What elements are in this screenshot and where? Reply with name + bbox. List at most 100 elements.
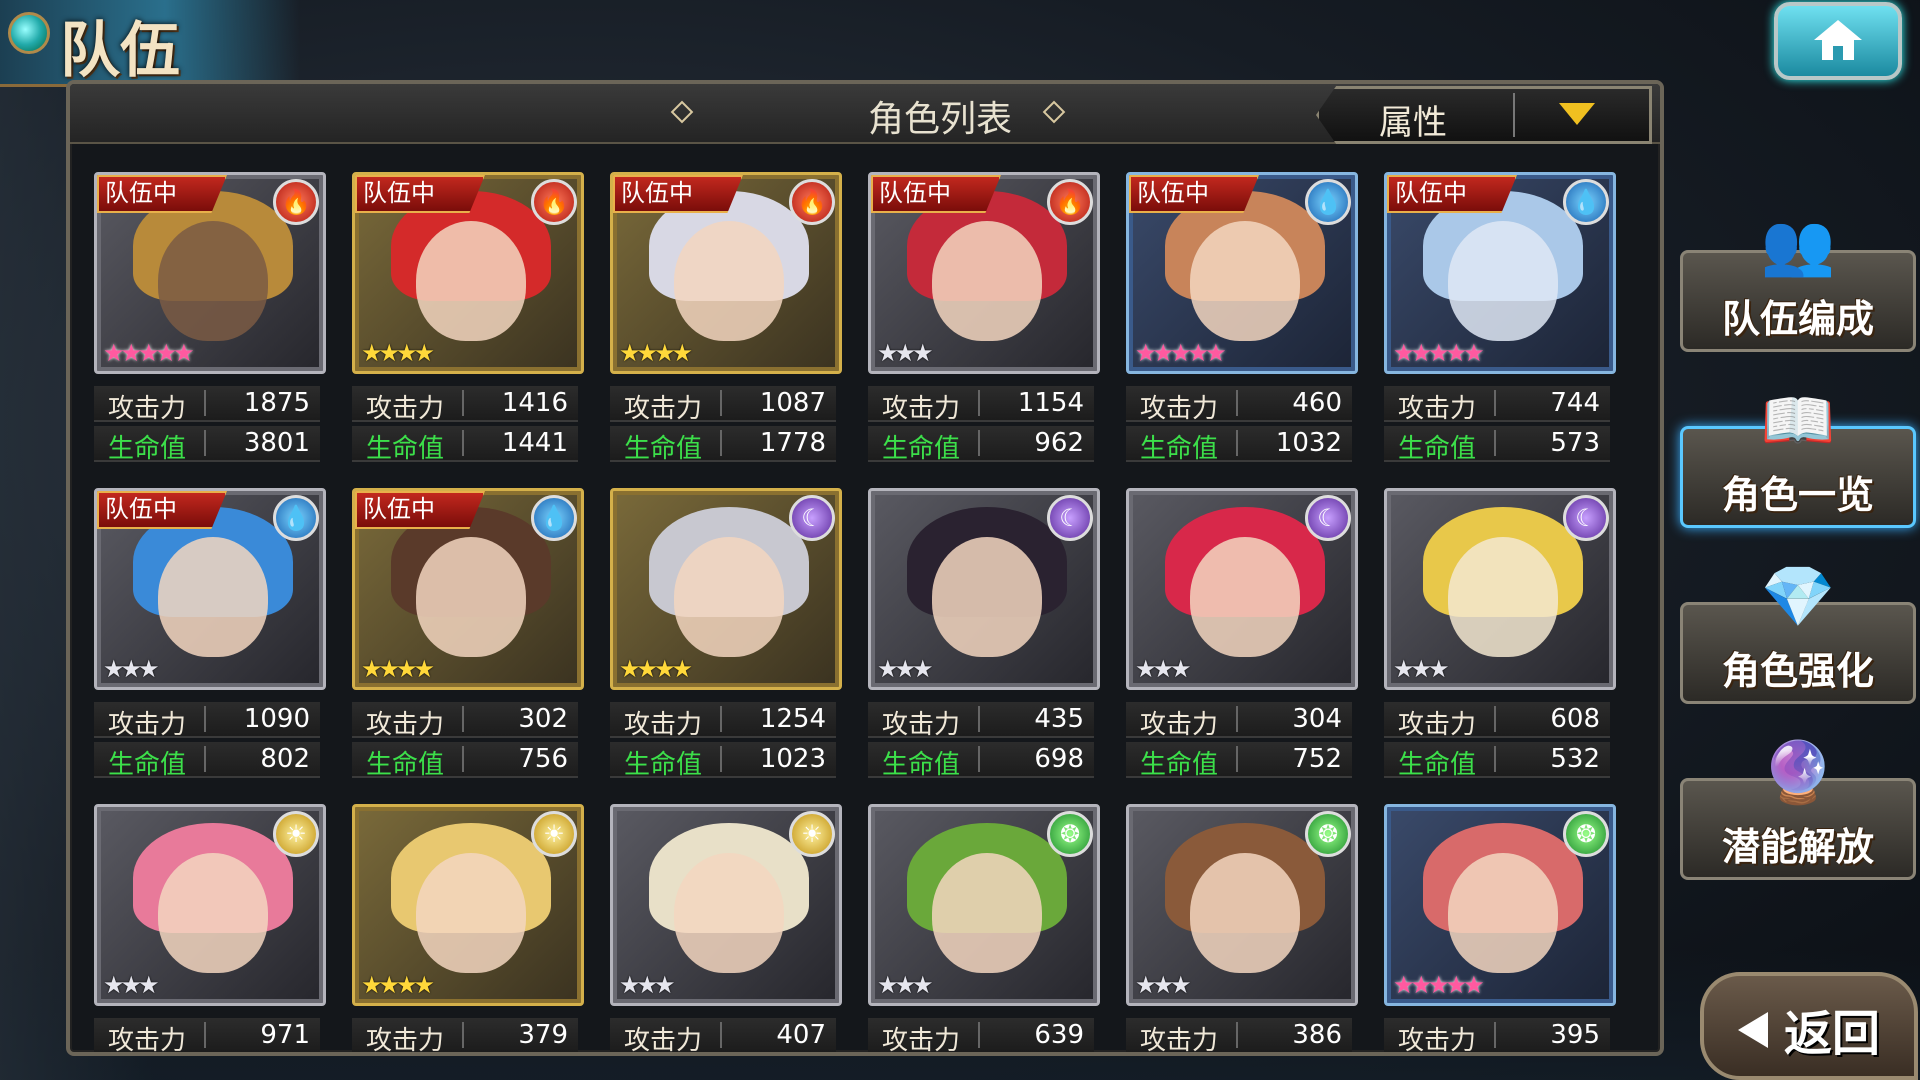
- side-menu-button[interactable]: 👥 队伍编成: [1680, 210, 1916, 352]
- hp-value: 532: [1550, 744, 1600, 774]
- character-portrait[interactable]: ❂ ★★★: [868, 804, 1100, 1006]
- dropdown-arrow-icon[interactable]: [1559, 103, 1595, 125]
- back-arrow-icon: [1738, 1012, 1768, 1048]
- character-card[interactable]: 队伍中 🔥 ★★★★★ 攻击力 1875 生命值 3801: [94, 172, 326, 464]
- attack-value: 460: [1292, 388, 1342, 418]
- character-portrait[interactable]: 队伍中 🔥 ★★★★★: [94, 172, 326, 374]
- character-card[interactable]: 队伍中 💧 ★★★★ 攻击力 302 生命值 756: [352, 488, 584, 780]
- character-card[interactable]: 队伍中 🔥 ★★★ 攻击力 1154 生命值 962: [868, 172, 1100, 464]
- attack-value: 1087: [759, 388, 826, 418]
- character-portrait[interactable]: ❂ ★★★★★: [1384, 804, 1616, 1006]
- side-menu-button[interactable]: 💎 角色强化: [1680, 562, 1916, 704]
- attack-label: 攻击力: [108, 394, 187, 424]
- hp-stat: 生命值 532: [1384, 742, 1610, 780]
- sort-dropdown[interactable]: 属性: [1316, 86, 1652, 144]
- character-face: [158, 853, 268, 973]
- character-card[interactable]: 队伍中 🔥 ★★★★ 攻击力 1087 生命值 1778: [610, 172, 842, 464]
- character-portrait[interactable]: 队伍中 🔥 ★★★: [868, 172, 1100, 374]
- attack-value: 386: [1292, 1020, 1342, 1050]
- character-card[interactable]: 队伍中 💧 ★★★ 攻击力 1090 生命值 802: [94, 488, 326, 780]
- character-portrait[interactable]: ☾ ★★★: [1126, 488, 1358, 690]
- rarity-stars: ★★★★: [619, 339, 693, 367]
- fire-element-icon: 🔥: [531, 179, 577, 225]
- character-portrait[interactable]: ☀ ★★★★: [352, 804, 584, 1006]
- stat-divider: [1494, 390, 1496, 416]
- attack-stat: 攻击力 1087: [610, 386, 836, 424]
- attack-stat: 攻击力 744: [1384, 386, 1610, 424]
- attack-value: 1090: [243, 704, 310, 734]
- stat-divider: [720, 430, 722, 456]
- side-menu-button[interactable]: 🔮 潜能解放: [1680, 738, 1916, 880]
- character-portrait[interactable]: 队伍中 🔥 ★★★★: [610, 172, 842, 374]
- character-card[interactable]: ☾ ★★★ 攻击力 608 生命值 532: [1384, 488, 1616, 780]
- hp-value: 756: [518, 744, 568, 774]
- character-card[interactable]: ☾ ★★★ 攻击力 435 生命值 698: [868, 488, 1100, 780]
- dark-element-icon: ☾: [1047, 495, 1093, 541]
- character-portrait[interactable]: ❂ ★★★: [1126, 804, 1358, 1006]
- hp-value: 573: [1550, 428, 1600, 458]
- attack-stat: 攻击力 407: [610, 1018, 836, 1052]
- side-menu-label: 队伍编成: [1721, 297, 1874, 341]
- side-menu-button[interactable]: 📖 角色一览: [1680, 386, 1916, 528]
- character-portrait[interactable]: 队伍中 💧 ★★★★: [352, 488, 584, 690]
- character-card[interactable]: ❂ ★★★ 攻击力 639: [868, 804, 1100, 1056]
- character-portrait[interactable]: 队伍中 💧 ★★★★★: [1384, 172, 1616, 374]
- stat-divider: [978, 1022, 980, 1048]
- character-card[interactable]: ☀ ★★★ 攻击力 407: [610, 804, 842, 1052]
- in-team-badge: 队伍中: [613, 175, 743, 213]
- hp-stat: 生命值 752: [1126, 742, 1352, 780]
- fire-element-icon: 🔥: [273, 179, 319, 225]
- rarity-stars: ★★★: [1135, 655, 1192, 683]
- character-portrait[interactable]: 队伍中 💧 ★★★: [94, 488, 326, 690]
- character-card[interactable]: 队伍中 💧 ★★★★★ 攻击力 744 生命值 573: [1384, 172, 1616, 464]
- attack-value: 407: [776, 1020, 826, 1050]
- attack-label: 攻击力: [882, 1026, 961, 1056]
- stat-divider: [204, 1022, 206, 1048]
- attack-stat: 攻击力 1090: [94, 702, 320, 740]
- character-portrait[interactable]: 队伍中 🔥 ★★★★: [352, 172, 584, 374]
- character-portrait[interactable]: ☾ ★★★★: [610, 488, 842, 690]
- character-portrait[interactable]: ☀ ★★★: [610, 804, 842, 1006]
- character-card[interactable]: ❂ ★★★★★ 攻击力 395: [1384, 804, 1616, 1052]
- hp-stat: 生命值 1778: [610, 426, 836, 464]
- back-label: 返回: [1784, 1006, 1881, 1062]
- stat-divider: [462, 706, 464, 732]
- character-portrait[interactable]: 队伍中 💧 ★★★★★: [1126, 172, 1358, 374]
- diamond-ornament-icon: [670, 100, 694, 124]
- character-portrait[interactable]: ☾ ★★★: [868, 488, 1100, 690]
- attack-stat: 攻击力 379: [352, 1018, 578, 1052]
- character-card[interactable]: ☾ ★★★ 攻击力 304 生命值 752: [1126, 488, 1358, 780]
- character-card[interactable]: ☀ ★★★★ 攻击力 379: [352, 804, 584, 1052]
- party-portraits-icon: 👥: [1760, 210, 1836, 280]
- hp-value: 802: [260, 744, 310, 774]
- attack-stat: 攻击力 460: [1126, 386, 1352, 424]
- character-list-panel: 角色列表 属性 队伍中 🔥 ★★★★★ 攻击力 1875 生命值 3801 队伍中 🔥 ★★★★ 攻…: [66, 80, 1664, 1056]
- in-team-badge: 队伍中: [97, 491, 227, 529]
- character-card[interactable]: ❂ ★★★ 攻击力 386: [1126, 804, 1358, 1052]
- hp-label: 生命值: [366, 434, 445, 464]
- stat-divider: [978, 746, 980, 772]
- character-card[interactable]: 队伍中 💧 ★★★★★ 攻击力 460 生命值 1032: [1126, 172, 1358, 464]
- home-button[interactable]: [1774, 2, 1902, 80]
- hp-label: 生命值: [624, 434, 703, 464]
- stat-divider: [1236, 430, 1238, 456]
- stat-divider: [204, 390, 206, 416]
- character-face: [932, 537, 1042, 657]
- character-portrait[interactable]: ☾ ★★★: [1384, 488, 1616, 690]
- rarity-stars: ★★★★★: [103, 339, 195, 367]
- back-button[interactable]: 返回: [1700, 972, 1918, 1080]
- character-face: [416, 853, 526, 973]
- hp-label: 生命值: [108, 434, 187, 464]
- character-card[interactable]: ☀ ★★★ 攻击力 971: [94, 804, 326, 1052]
- attack-label: 攻击力: [366, 710, 445, 740]
- attack-value: 304: [1292, 704, 1342, 734]
- dark-element-icon: ☾: [789, 495, 835, 541]
- hp-label: 生命值: [1398, 434, 1477, 464]
- attack-value: 395: [1550, 1020, 1600, 1050]
- character-portrait[interactable]: ☀ ★★★: [94, 804, 326, 1006]
- character-card[interactable]: 队伍中 🔥 ★★★★ 攻击力 1416 生命值 1441: [352, 172, 584, 464]
- stat-divider: [1236, 746, 1238, 772]
- character-card[interactable]: ☾ ★★★★ 攻击力 1254 生命值 1023: [610, 488, 842, 780]
- attack-stat: 攻击力 304: [1126, 702, 1352, 740]
- attack-stat: 攻击力 971: [94, 1018, 320, 1052]
